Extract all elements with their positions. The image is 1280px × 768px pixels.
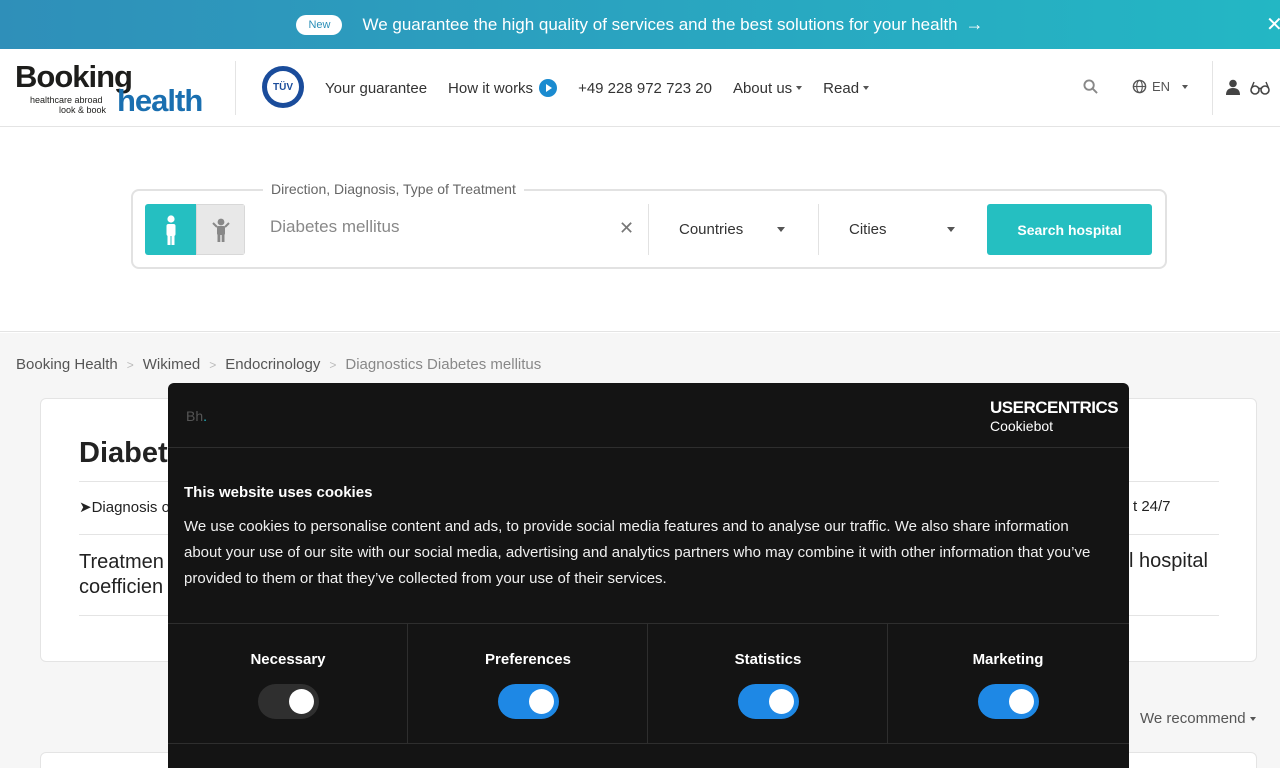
category-label: Statistics bbox=[734, 651, 802, 668]
cookie-description: We use cookies to personalise content an… bbox=[184, 518, 1091, 587]
nav-how-it-works-label: How it works bbox=[448, 79, 534, 97]
site-header: Booking healthcare abroad look & book he… bbox=[0, 49, 1280, 127]
search-icon[interactable] bbox=[1083, 79, 1098, 94]
hospital-text: l hospital bbox=[1129, 550, 1208, 572]
main-nav: Your guarantee How it works +49 228 972 … bbox=[325, 79, 890, 97]
sort-value: We recommend bbox=[1140, 710, 1246, 727]
top-banner[interactable]: New We guarantee the high quality of ser… bbox=[0, 0, 1280, 49]
breadcrumb-item[interactable]: Endocrinology bbox=[225, 356, 320, 373]
diagnosis-input[interactable] bbox=[270, 217, 600, 237]
cookiebot-text: Cookiebot bbox=[990, 418, 1054, 434]
nav-how-it-works[interactable]: How it works bbox=[448, 79, 558, 97]
toggle-knob bbox=[289, 689, 314, 714]
banner-text[interactable]: We guarantee the high quality of service… bbox=[362, 15, 957, 35]
sort-select[interactable]: We recommend bbox=[1140, 710, 1256, 727]
language-selector[interactable]: EN bbox=[1132, 79, 1189, 94]
new-badge: New bbox=[296, 14, 343, 35]
treatment-text-line: coefficien bbox=[79, 576, 164, 598]
adult-icon bbox=[166, 214, 175, 245]
header-divider bbox=[1212, 61, 1213, 115]
logo-booking-text: Booking bbox=[15, 59, 133, 94]
site-logo: Bh. bbox=[186, 408, 207, 424]
site-logo-dot: . bbox=[203, 408, 208, 424]
booking-health-logo[interactable]: Booking healthcare abroad look & book he… bbox=[15, 59, 205, 118]
chevron-right-icon: > bbox=[126, 357, 134, 372]
toggle-knob bbox=[1009, 689, 1034, 714]
cookie-category-statistics: Statistics bbox=[648, 624, 888, 744]
usercentrics-logo[interactable]: USERCENTRICS Cookiebot bbox=[990, 398, 1119, 434]
divider bbox=[168, 447, 1129, 448]
breadcrumb-item[interactable]: Booking Health bbox=[16, 356, 118, 373]
usercentrics-text: USERCENTRICS bbox=[990, 398, 1119, 417]
cities-select[interactable]: Cities bbox=[849, 221, 887, 238]
cookie-consent-dialog: Bh. USERCENTRICS Cookiebot This website … bbox=[168, 383, 1129, 768]
chevron-down-icon[interactable] bbox=[777, 227, 785, 232]
tuv-badge-icon[interactable]: TÜV bbox=[262, 66, 304, 108]
adult-button[interactable] bbox=[145, 204, 196, 255]
child-icon bbox=[211, 218, 230, 242]
toggle-knob bbox=[769, 689, 794, 714]
toggle-knob bbox=[529, 689, 554, 714]
tuv-badge-text: TÜV bbox=[267, 71, 299, 103]
language-label: EN bbox=[1152, 79, 1171, 94]
logo-tagline-1: healthcare abroad bbox=[30, 95, 103, 105]
search-hospital-button[interactable]: Search hospital bbox=[987, 204, 1152, 255]
page-title: Diabet bbox=[79, 437, 168, 469]
cookie-category-preferences: Preferences bbox=[408, 624, 648, 744]
marketing-toggle[interactable] bbox=[978, 684, 1039, 719]
availability-text: t 24/7 bbox=[1133, 498, 1171, 515]
category-label: Necessary bbox=[250, 651, 326, 668]
statistics-toggle[interactable] bbox=[738, 684, 799, 719]
clear-icon[interactable]: ✕ bbox=[619, 218, 634, 239]
cookie-category-marketing: Marketing bbox=[888, 624, 1128, 744]
play-icon bbox=[539, 79, 558, 97]
nav-read-label: Read bbox=[823, 79, 860, 97]
countries-select[interactable]: Countries bbox=[679, 221, 743, 238]
search-section: Direction, Diagnosis, Type of Treatment … bbox=[0, 127, 1280, 332]
arrow-right-icon[interactable]: → bbox=[966, 14, 984, 35]
site-logo-text: Bh bbox=[186, 408, 204, 424]
logo-tagline-2: look & book bbox=[59, 105, 107, 115]
nav-read[interactable]: Read bbox=[823, 79, 870, 97]
child-button[interactable] bbox=[196, 204, 245, 255]
nav-about-us-label: About us bbox=[732, 79, 793, 97]
close-icon[interactable]: ✕ bbox=[1266, 12, 1280, 37]
treatment-text-line: Treatmen bbox=[79, 551, 164, 573]
diagnosis-link[interactable]: ➤Diagnosis o bbox=[79, 498, 170, 516]
header-divider bbox=[235, 61, 236, 115]
field-divider bbox=[648, 204, 649, 255]
preferences-toggle[interactable] bbox=[498, 684, 559, 719]
cookie-title: This website uses cookies bbox=[184, 484, 373, 501]
chevron-right-icon: > bbox=[209, 357, 217, 372]
breadcrumb: Booking Health > Wikimed > Endocrinology… bbox=[16, 356, 541, 373]
nav-your-guarantee[interactable]: Your guarantee bbox=[325, 80, 427, 97]
nav-phone[interactable]: +49 228 972 723 20 bbox=[578, 80, 712, 97]
globe-icon bbox=[1132, 79, 1147, 94]
breadcrumb-item[interactable]: Wikimed bbox=[143, 356, 201, 373]
treatment-text: Treatmen coefficien bbox=[79, 550, 164, 600]
nav-about-us[interactable]: About us bbox=[732, 79, 803, 97]
glasses-icon[interactable] bbox=[1250, 81, 1270, 95]
chevron-down-icon bbox=[863, 86, 870, 90]
chevron-down-icon bbox=[796, 86, 803, 90]
cookie-category-necessary: Necessary bbox=[168, 624, 408, 744]
chevron-down-icon[interactable] bbox=[947, 227, 955, 232]
field-divider bbox=[818, 204, 819, 255]
divider bbox=[168, 743, 1129, 744]
chevron-down-icon bbox=[1182, 84, 1189, 89]
patient-type-toggle bbox=[145, 204, 245, 255]
breadcrumb-current: Diagnostics Diabetes mellitus bbox=[345, 356, 542, 373]
logo-health-text: health bbox=[117, 83, 203, 118]
search-legend: Direction, Diagnosis, Type of Treatment bbox=[263, 181, 524, 197]
chevron-right-icon: > bbox=[329, 357, 337, 372]
necessary-toggle[interactable] bbox=[258, 684, 319, 719]
category-label: Marketing bbox=[972, 651, 1044, 668]
category-label: Preferences bbox=[485, 651, 571, 668]
chevron-down-icon bbox=[1249, 716, 1256, 721]
user-icon[interactable] bbox=[1226, 79, 1240, 95]
